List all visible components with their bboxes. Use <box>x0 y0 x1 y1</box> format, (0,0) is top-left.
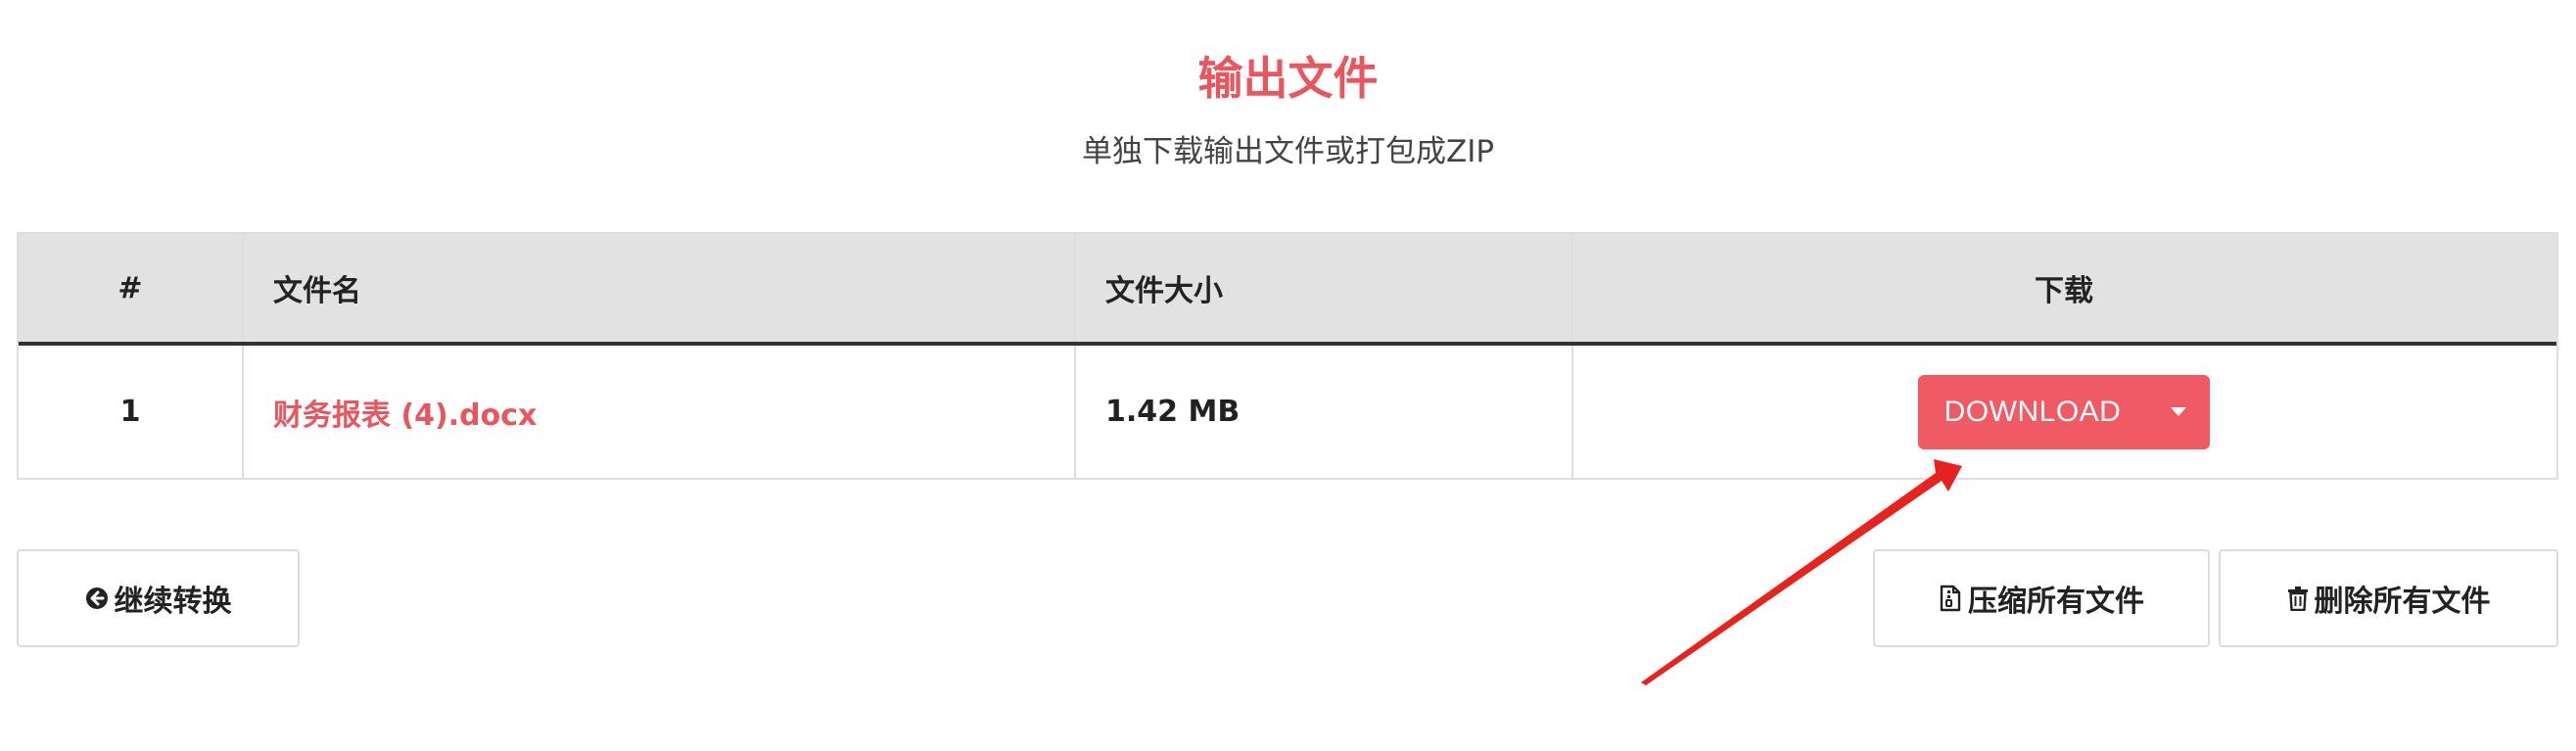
files-table: # 文件名 文件大小 下载 1 财务报表 (4).docx 1.42 MB DO… <box>17 232 2558 480</box>
output-files-page: 输出文件 单独下载输出文件或打包成ZIP # 文件名 文件大小 下载 1 财务报… <box>0 0 2576 751</box>
download-split-button: DOWNLOAD <box>1917 374 2211 449</box>
column-header-filename: 文件名 <box>273 274 361 308</box>
column-header-index: # <box>117 270 143 305</box>
file-size: 1.42 MB <box>1105 395 1241 429</box>
download-button[interactable]: DOWNLOAD <box>1918 375 2148 449</box>
download-cell: DOWNLOAD <box>1571 346 2556 478</box>
file-zip-icon <box>1939 585 1962 612</box>
zip-all-files-button[interactable]: 压缩所有文件 <box>1873 549 2210 647</box>
delete-all-files-button[interactable]: 删除所有文件 <box>2219 549 2558 647</box>
circle-arrow-left-icon <box>85 587 109 610</box>
download-dropdown-toggle[interactable] <box>2147 375 2210 449</box>
row-index: 1 <box>119 395 141 429</box>
column-divider <box>242 234 244 342</box>
column-divider <box>242 346 244 478</box>
trash-icon <box>2287 586 2309 611</box>
column-header-size: 文件大小 <box>1105 274 1223 308</box>
column-divider <box>1571 346 1573 478</box>
table-header: # 文件名 文件大小 下载 <box>19 234 2556 346</box>
page-title: 输出文件 <box>1197 52 1379 105</box>
column-divider <box>1571 234 1573 342</box>
zip-all-files-label: 压缩所有文件 <box>1968 585 2144 619</box>
delete-all-files-label: 删除所有文件 <box>2314 585 2491 619</box>
table-row: 1 财务报表 (4).docx 1.42 MB DOWNLOAD <box>19 346 2556 478</box>
caret-down-icon <box>2171 407 2187 416</box>
filename-link[interactable]: 财务报表 (4).docx <box>273 391 537 434</box>
column-divider <box>1074 234 1076 342</box>
filename-cell: 财务报表 (4).docx <box>242 346 1074 478</box>
column-header-download: 下载 <box>2035 274 2093 308</box>
page-subtitle: 单独下载输出文件或打包成ZIP <box>1081 134 1495 169</box>
column-divider <box>1074 346 1076 478</box>
continue-converting-label: 继续转换 <box>114 585 232 619</box>
continue-converting-button[interactable]: 继续转换 <box>17 549 300 647</box>
